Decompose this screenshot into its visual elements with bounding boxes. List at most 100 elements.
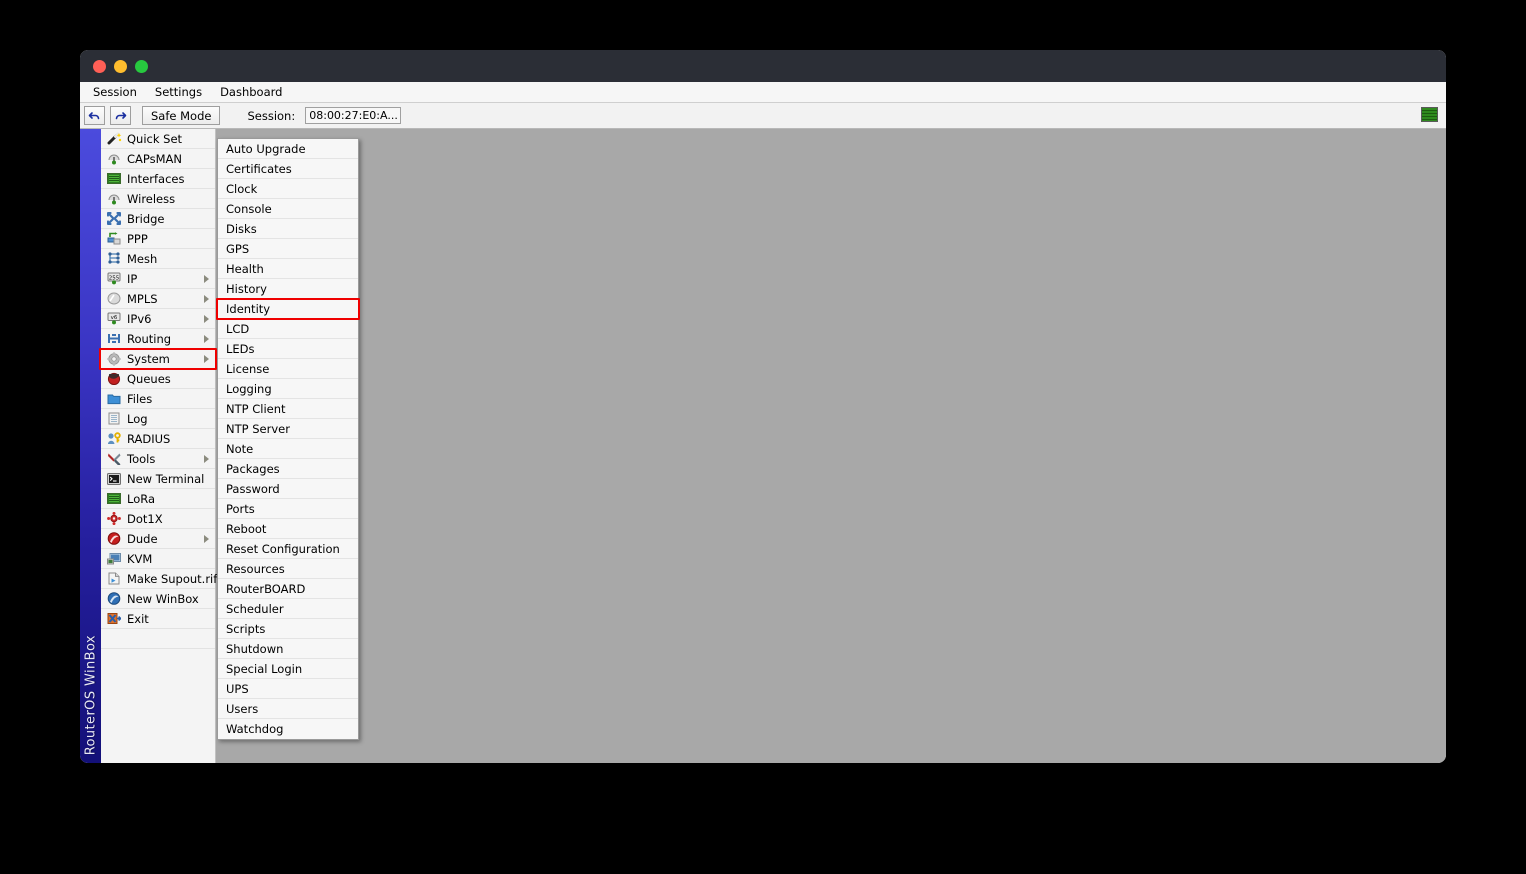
sidebar-item-wireless[interactable]: Wireless bbox=[101, 189, 215, 209]
submenu-item-label: GPS bbox=[226, 241, 250, 256]
submenu-item-users[interactable]: Users bbox=[218, 699, 358, 719]
submenu-item-ups[interactable]: UPS bbox=[218, 679, 358, 699]
submenu-item-certificates[interactable]: Certificates bbox=[218, 159, 358, 179]
safe-mode-button[interactable]: Safe Mode bbox=[142, 106, 221, 125]
submenu-item-label: Disks bbox=[226, 221, 257, 236]
submenu-item-clock[interactable]: Clock bbox=[218, 179, 358, 199]
sidebar-item-bridge[interactable]: Bridge bbox=[101, 209, 215, 229]
sidebar-item-label: Routing bbox=[127, 331, 172, 346]
sidebar-item-log[interactable]: Log bbox=[101, 409, 215, 429]
submenu-item-leds[interactable]: LEDs bbox=[218, 339, 358, 359]
submenu-item-ntp-server[interactable]: NTP Server bbox=[218, 419, 358, 439]
sidebar-item-exit[interactable]: Exit bbox=[101, 609, 215, 629]
sidebar-item-files[interactable]: Files bbox=[101, 389, 215, 409]
submenu-item-license[interactable]: License bbox=[218, 359, 358, 379]
sidebar-item-kvm[interactable]: KVM bbox=[101, 549, 215, 569]
submenu-item-routerboard[interactable]: RouterBOARD bbox=[218, 579, 358, 599]
session-input[interactable]: 08:00:27:E0:A... bbox=[305, 107, 402, 124]
sidebar-item-ipv6[interactable]: v6 IPv6 bbox=[101, 309, 215, 329]
sidebar-item-label: Make Supout.rif bbox=[127, 571, 218, 586]
log-icon bbox=[106, 412, 122, 426]
dot1x-icon bbox=[106, 512, 122, 526]
undo-icon[interactable] bbox=[84, 106, 105, 125]
tools-icon bbox=[106, 452, 122, 466]
sidebar-item-label: New WinBox bbox=[127, 591, 199, 606]
submenu-item-scripts[interactable]: Scripts bbox=[218, 619, 358, 639]
sidebar-item-system[interactable]: System bbox=[101, 349, 215, 369]
submenu-item-password[interactable]: Password bbox=[218, 479, 358, 499]
sidebar-item-label: Wireless bbox=[127, 191, 176, 206]
ip-255-icon: 255 bbox=[106, 272, 122, 286]
mpls-icon bbox=[106, 292, 122, 306]
menu-session[interactable]: Session bbox=[84, 83, 146, 101]
main-menu-sidebar: Quick Set CAPsMAN Interfaces Wireless Bridge… bbox=[101, 129, 218, 763]
close-button[interactable] bbox=[93, 59, 106, 73]
submenu-item-health[interactable]: Health bbox=[218, 259, 358, 279]
sidebar-item-new-terminal[interactable]: New Terminal bbox=[101, 469, 215, 489]
minimize-button[interactable] bbox=[114, 59, 127, 73]
antenna-icon bbox=[106, 192, 122, 206]
submenu-item-label: Ports bbox=[226, 501, 255, 516]
submenu-item-note[interactable]: Note bbox=[218, 439, 358, 459]
submenu-item-ports[interactable]: Ports bbox=[218, 499, 358, 519]
sidebar-item-new-winbox[interactable]: New WinBox bbox=[101, 589, 215, 609]
sidebar-item-dude[interactable]: Dude bbox=[101, 529, 215, 549]
sidebar-item-quick-set[interactable]: Quick Set bbox=[101, 129, 215, 149]
submenu-item-lcd[interactable]: LCD bbox=[218, 319, 358, 339]
sidebar-item-tools[interactable]: Tools bbox=[101, 449, 215, 469]
submenu-item-reboot[interactable]: Reboot bbox=[218, 519, 358, 539]
sidebar-item-label: Files bbox=[127, 391, 153, 406]
submenu-item-packages[interactable]: Packages bbox=[218, 459, 358, 479]
sidebar-item-dot1x[interactable]: Dot1X bbox=[101, 509, 215, 529]
exit-icon bbox=[106, 612, 122, 626]
sidebar-item-ip[interactable]: 255 IP bbox=[101, 269, 215, 289]
submenu-item-watchdog[interactable]: Watchdog bbox=[218, 719, 358, 739]
submenu-item-label: Special Login bbox=[226, 661, 303, 676]
sidebar-item-queues[interactable]: Queues bbox=[101, 369, 215, 389]
submenu-item-reset-configuration[interactable]: Reset Configuration bbox=[218, 539, 358, 559]
sidebar-item-routing[interactable]: Routing bbox=[101, 329, 215, 349]
sidebar-item-label: Quick Set bbox=[127, 131, 183, 146]
submenu-item-auto-upgrade[interactable]: Auto Upgrade bbox=[218, 139, 358, 159]
network-card-icon bbox=[106, 492, 122, 506]
submenu-item-label: RouterBOARD bbox=[226, 581, 306, 596]
submenu-item-identity[interactable]: Identity bbox=[218, 299, 358, 319]
sidebar-item-mpls[interactable]: MPLS bbox=[101, 289, 215, 309]
ipv6-icon: v6 bbox=[106, 312, 122, 326]
sidebar-item-ppp[interactable]: PPP bbox=[101, 229, 215, 249]
submenu-item-ntp-client[interactable]: NTP Client bbox=[218, 399, 358, 419]
sidebar-item-label: Interfaces bbox=[127, 171, 185, 186]
submenu-item-label: Console bbox=[226, 201, 272, 216]
submenu-item-shutdown[interactable]: Shutdown bbox=[218, 639, 358, 659]
kvm-monitor-icon bbox=[106, 552, 122, 566]
chevron-right-icon bbox=[204, 274, 209, 283]
submenu-item-scheduler[interactable]: Scheduler bbox=[218, 599, 358, 619]
submenu-item-logging[interactable]: Logging bbox=[218, 379, 358, 399]
submenu-item-label: Watchdog bbox=[226, 722, 284, 736]
queues-icon bbox=[106, 372, 122, 386]
maximize-button[interactable] bbox=[135, 59, 148, 73]
submenu-item-label: Auto Upgrade bbox=[226, 141, 306, 156]
submenu-item-label: Scripts bbox=[226, 621, 266, 636]
sidebar-item-interfaces[interactable]: Interfaces bbox=[101, 169, 215, 189]
submenu-item-history[interactable]: History bbox=[218, 279, 358, 299]
redo-icon[interactable] bbox=[110, 106, 131, 125]
routing-icon bbox=[106, 332, 122, 346]
submenu-item-resources[interactable]: Resources bbox=[218, 559, 358, 579]
sidebar-item-capsman[interactable]: CAPsMAN bbox=[101, 149, 215, 169]
submenu-item-gps[interactable]: GPS bbox=[218, 239, 358, 259]
chevron-right-icon bbox=[204, 534, 209, 543]
sidebar-item-make-supout-rif[interactable]: Make Supout.rif bbox=[101, 569, 218, 589]
menu-dashboard[interactable]: Dashboard bbox=[211, 83, 291, 101]
submenu-item-console[interactable]: Console bbox=[218, 199, 358, 219]
sidebar-item-mesh[interactable]: Mesh bbox=[101, 249, 215, 269]
submenu-item-special-login[interactable]: Special Login bbox=[218, 659, 358, 679]
sidebar-item-lora[interactable]: LoRa bbox=[101, 489, 215, 509]
submenu-item-label: Packages bbox=[226, 461, 280, 476]
sidebar-item-label: Bridge bbox=[127, 211, 165, 226]
sidebar-item-radius[interactable]: RADIUS bbox=[101, 429, 215, 449]
submenu-item-label: NTP Client bbox=[226, 401, 286, 416]
submenu-item-disks[interactable]: Disks bbox=[218, 219, 358, 239]
menu-settings[interactable]: Settings bbox=[146, 83, 211, 101]
submenu-item-label: Logging bbox=[226, 381, 272, 396]
